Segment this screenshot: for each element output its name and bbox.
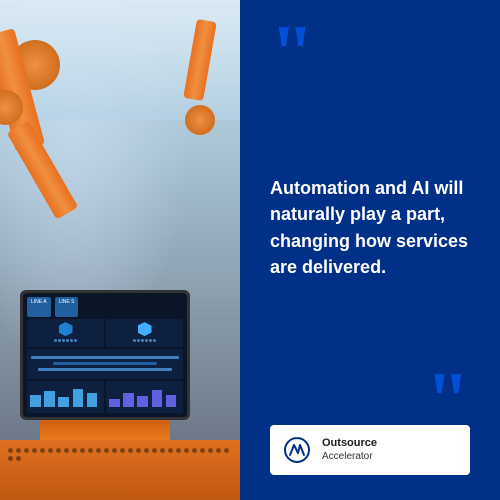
quote-text: Automation and AI will naturally play a … <box>270 88 470 367</box>
floor <box>0 440 240 500</box>
industrial-monitor: LINE A LINE S <box>20 290 190 420</box>
robot-arm-2 <box>170 20 230 170</box>
oa-logo-icon <box>282 435 312 465</box>
quote-panel: " Automation and AI will naturally play … <box>240 0 500 500</box>
page-container: LINE A LINE S <box>0 0 500 500</box>
logo-area: Outsource Accelerator <box>270 425 470 475</box>
logo-name: Outsource <box>322 437 377 450</box>
screen-tab-1: LINE A <box>27 297 51 317</box>
close-quote-mark: " <box>426 377 470 425</box>
industrial-scene: LINE A LINE S <box>0 0 240 500</box>
open-quote-mark: " <box>270 30 314 78</box>
robot-arm <box>0 30 160 230</box>
screen-tab-2: LINE S <box>55 297 79 317</box>
photo-panel: LINE A LINE S <box>0 0 240 500</box>
logo-text-block: Outsource Accelerator <box>322 437 377 462</box>
logo-tagline: Accelerator <box>322 451 377 463</box>
